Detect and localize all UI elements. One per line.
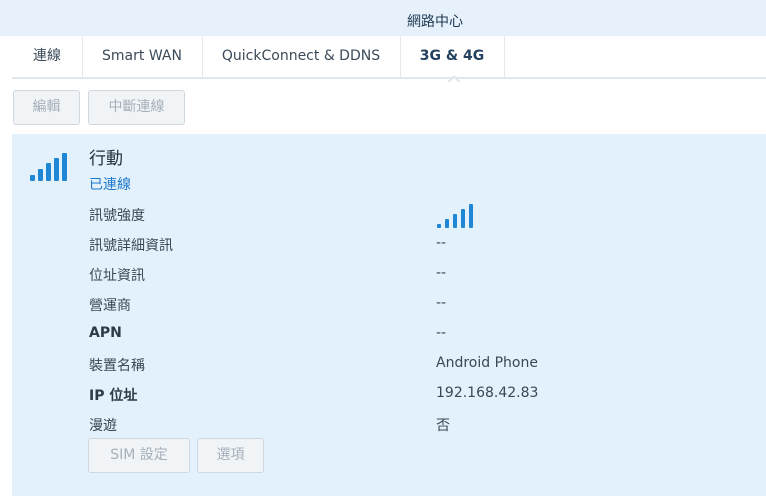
tab-quickconnect-ddns[interactable]: QuickConnect & DDNS	[202, 36, 401, 77]
disconnect-button[interactable]: 中斷連線	[88, 90, 185, 125]
apn-label: APN	[89, 325, 122, 341]
device-name-value: Android Phone	[436, 355, 538, 371]
apn-value: --	[436, 325, 447, 341]
address-info-label: 位址資訊	[89, 268, 145, 284]
roaming-value: 否	[436, 418, 450, 434]
signal-strength-label: 訊號強度	[89, 208, 145, 224]
connection-status: 已連線	[89, 177, 131, 193]
signal-details-label: 訊號詳細資訊	[89, 238, 173, 254]
tab-smart-wan[interactable]: Smart WAN	[82, 36, 203, 77]
options-button[interactable]: 選項	[197, 438, 264, 473]
edit-button[interactable]: 編輯	[13, 90, 80, 125]
tab-connection[interactable]: 連線	[12, 36, 83, 77]
signal-bars-icon	[30, 153, 67, 181]
sim-settings-button[interactable]: SIM 設定	[88, 438, 190, 473]
signal-details-value: --	[436, 235, 447, 251]
title-bar: 網路中心	[0, 0, 766, 36]
address-info-value: --	[436, 265, 447, 281]
tab-3g-4g[interactable]: 3G & 4G	[400, 36, 505, 77]
device-name-label: 裝置名稱	[89, 358, 145, 374]
connection-name: 行動	[89, 149, 123, 169]
carrier-label: 營運商	[89, 298, 131, 314]
carrier-value: --	[436, 295, 447, 311]
window-title: 網路中心	[407, 14, 463, 30]
tab-bar: 連線 Smart WAN QuickConnect & DDNS 3G & 4G	[12, 36, 766, 79]
ip-address-label: IP 位址	[89, 388, 138, 404]
roaming-label: 漫遊	[89, 418, 117, 434]
ip-address-value: 192.168.42.83	[436, 385, 539, 401]
signal-strength-icon	[437, 204, 473, 228]
